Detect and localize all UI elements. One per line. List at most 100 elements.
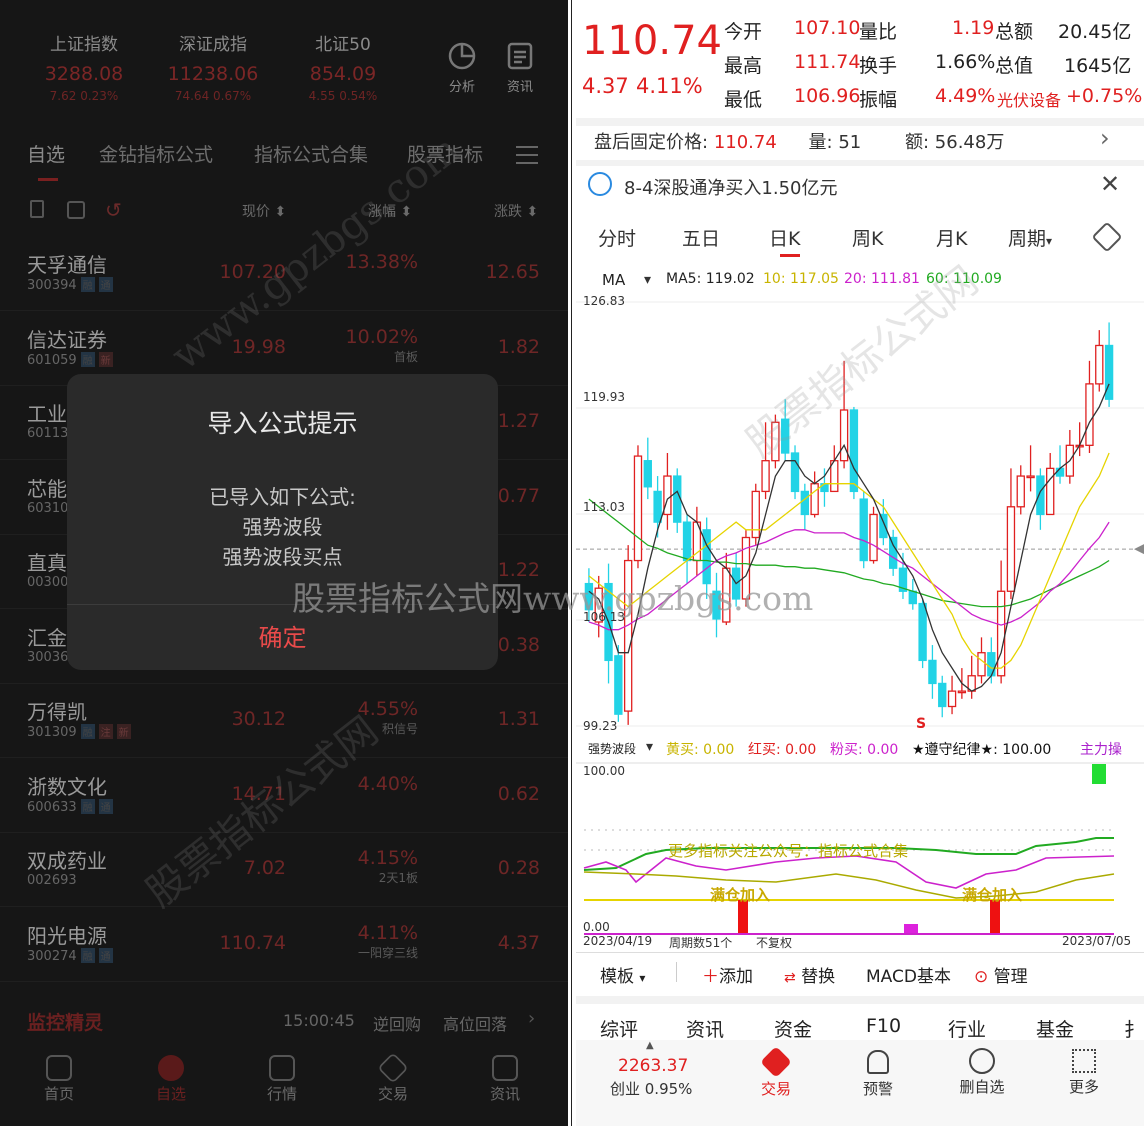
nav-trade[interactable]: 交易 <box>358 1052 428 1104</box>
price-change: 4.37 <box>582 74 629 98</box>
nav-remove-watchlist[interactable]: 删自选 <box>942 1048 1022 1097</box>
candle-body <box>987 652 996 677</box>
chinext-name[interactable]: 创业 0.95% <box>610 1078 692 1099</box>
nav-home[interactable]: 首页 <box>24 1055 94 1104</box>
tab-watchlist[interactable]: 自选 <box>27 140 65 167</box>
stock-change: 0.62 <box>497 782 540 805</box>
tab-funds[interactable]: 资金 <box>774 1015 812 1042</box>
watchlist-row[interactable]: 双成药业 002693 7.02 4.15% 2天1板 0.28 <box>0 833 568 907</box>
monitor-item-repo[interactable]: 逆回购 <box>373 1011 421 1035</box>
tab-period[interactable]: 周期▾ <box>1008 224 1052 251</box>
pie-chart-icon <box>448 42 476 70</box>
stock-note: 首板 <box>393 349 418 364</box>
nav-watchlist[interactable]: 自选 <box>136 1055 206 1104</box>
watchlist-row[interactable]: 阳光电源 300274 融通 110.74 4.11% 一阳穿三线 4.37 <box>0 908 568 982</box>
settings-icon[interactable] <box>1091 221 1123 253</box>
stock-name: 工业 <box>27 402 67 426</box>
candle-body <box>643 460 652 488</box>
chevron-right-icon[interactable]: › <box>528 1008 535 1029</box>
stock-tag: 融 <box>80 798 95 814</box>
tab-news[interactable]: 资讯 <box>686 1015 724 1042</box>
tab-intraday[interactable]: 分时 <box>598 224 636 251</box>
nav-market[interactable]: 行情 <box>247 1055 317 1104</box>
col-chg-header[interactable]: 涨跌 ⬍ <box>494 201 538 221</box>
tab-fund[interactable]: 基金 <box>1036 1015 1074 1042</box>
grid-icon[interactable] <box>67 201 85 219</box>
template-button[interactable]: 模板 ▾ <box>600 962 645 987</box>
col-price-header[interactable]: 现价 ⬍ <box>242 201 286 221</box>
ind-tick-top: 100.00 <box>583 764 625 778</box>
candle-body <box>977 652 986 677</box>
chevron-right-icon[interactable]: › <box>1100 124 1110 152</box>
candle-body <box>653 490 662 523</box>
period-count: 周期数51个 <box>669 936 733 950</box>
nav-trade[interactable]: 交易 <box>736 1046 816 1099</box>
news-button[interactable]: 资讯 <box>495 40 545 95</box>
stock-price: 14.71 <box>231 782 286 805</box>
candle-body <box>1095 344 1104 385</box>
monitor-title[interactable]: 监控精灵 <box>27 1008 103 1035</box>
caret-down-icon: ▾ <box>1046 234 1053 248</box>
vol-ratio-value: 1.19 <box>952 17 995 39</box>
stock-name: 直真 <box>27 551 67 575</box>
pink-buy: 粉买: 0.00 <box>830 742 899 758</box>
macd-basic-button[interactable]: MACD基本 <box>866 962 951 987</box>
low-label: 最低 <box>724 89 763 111</box>
price-pct: 4.11% <box>636 74 703 98</box>
tab-daily-k[interactable]: 日K <box>769 224 800 251</box>
tab-five-day[interactable]: 五日 <box>682 224 720 251</box>
dialog-title: 导入公式提示 <box>207 409 358 438</box>
col-pct-header[interactable]: 涨幅 ⬍ <box>368 201 412 221</box>
after-hours-row[interactable]: 盘后固定价格: 110.74 量: 51 额: 56.48万 <box>594 128 1004 154</box>
stock-change: 1.82 <box>497 335 540 358</box>
nav-news[interactable]: 资讯 <box>470 1055 540 1104</box>
tab-weekly-k[interactable]: 周K <box>852 224 883 251</box>
tab-gold-formula[interactable]: 金钻指标公式 <box>99 140 213 167</box>
adjust-mode[interactable]: 不复权 <box>756 934 792 951</box>
watchlist-row[interactable]: 浙数文化 600633 融通 14.71 4.40% 0.62 <box>0 759 568 833</box>
caret-down-icon: ▾ <box>639 971 646 985</box>
candlestick-chart[interactable] <box>576 292 1144 736</box>
tab-summary[interactable]: 综评 <box>600 1015 638 1042</box>
monitor-item-fall[interactable]: 高位回落 <box>443 1011 507 1035</box>
analysis-button[interactable]: 分析 <box>437 40 487 95</box>
copy-icon[interactable] <box>30 200 44 218</box>
candle-body <box>888 536 898 569</box>
trade-icon <box>377 1052 409 1084</box>
add-button[interactable]: ＋添加 <box>702 962 753 987</box>
index-sse[interactable]: 上证指数 3288.08 7.62 0.23% <box>24 30 144 103</box>
stock-pct: 4.40% <box>357 772 418 795</box>
menu-icon[interactable] <box>516 146 538 164</box>
tab-stock-indicator[interactable]: 股票指标 <box>407 140 483 167</box>
undo-icon[interactable]: ↺ <box>105 198 122 222</box>
stock-code: 60113 <box>27 426 69 441</box>
chinext-value[interactable]: 2263.37 <box>618 1056 688 1076</box>
watchlist-row[interactable]: 万得凯 301309 融注新 30.12 4.55% 积信号 1.31 <box>0 684 568 758</box>
ma-label[interactable]: MA <box>602 271 625 289</box>
indicator-name[interactable]: 强势波段 <box>588 740 636 757</box>
stock-code: 60310 <box>27 500 69 516</box>
tab-more[interactable]: 扌 <box>1124 1015 1143 1042</box>
tab-f10[interactable]: F10 <box>866 1015 901 1037</box>
news-ticker[interactable]: 8-4深股通净买入1.50亿元 <box>624 174 837 200</box>
caret-down-icon[interactable]: ▾ <box>644 272 651 288</box>
manage-button[interactable]: ⊙ 管理 <box>974 962 1028 987</box>
index-szse[interactable]: 深证成指 11238.06 74.64 0.67% <box>153 30 273 103</box>
stock-note: 2天1板 <box>378 871 418 885</box>
candle-body <box>810 483 819 516</box>
active-tab-indicator <box>780 254 800 257</box>
caret-down-icon[interactable]: ▾ <box>646 739 653 755</box>
confirm-button[interactable]: 确定 <box>67 618 498 653</box>
tab-formula-collection[interactable]: 指标公式合集 <box>254 140 368 167</box>
watchlist-row[interactable]: 天孚通信 300394 融通 107.20 13.38% 12.65 <box>0 237 568 311</box>
nav-more[interactable]: 更多 <box>1044 1048 1124 1097</box>
close-icon[interactable]: ✕ <box>1100 170 1120 198</box>
tab-industry[interactable]: 行业 <box>948 1015 986 1042</box>
nav-alert[interactable]: 预警 <box>838 1048 918 1099</box>
stock-change: 12.65 <box>485 261 540 283</box>
tab-monthly-k[interactable]: 月K <box>936 224 967 251</box>
replace-button[interactable]: ⇄ 替换 <box>784 962 835 987</box>
stock-note: 一阳穿三线 <box>357 945 418 960</box>
index-bse50[interactable]: 北证50 854.09 4.55 0.54% <box>283 30 403 103</box>
sector-label[interactable]: 光伏设备 <box>997 87 1061 111</box>
